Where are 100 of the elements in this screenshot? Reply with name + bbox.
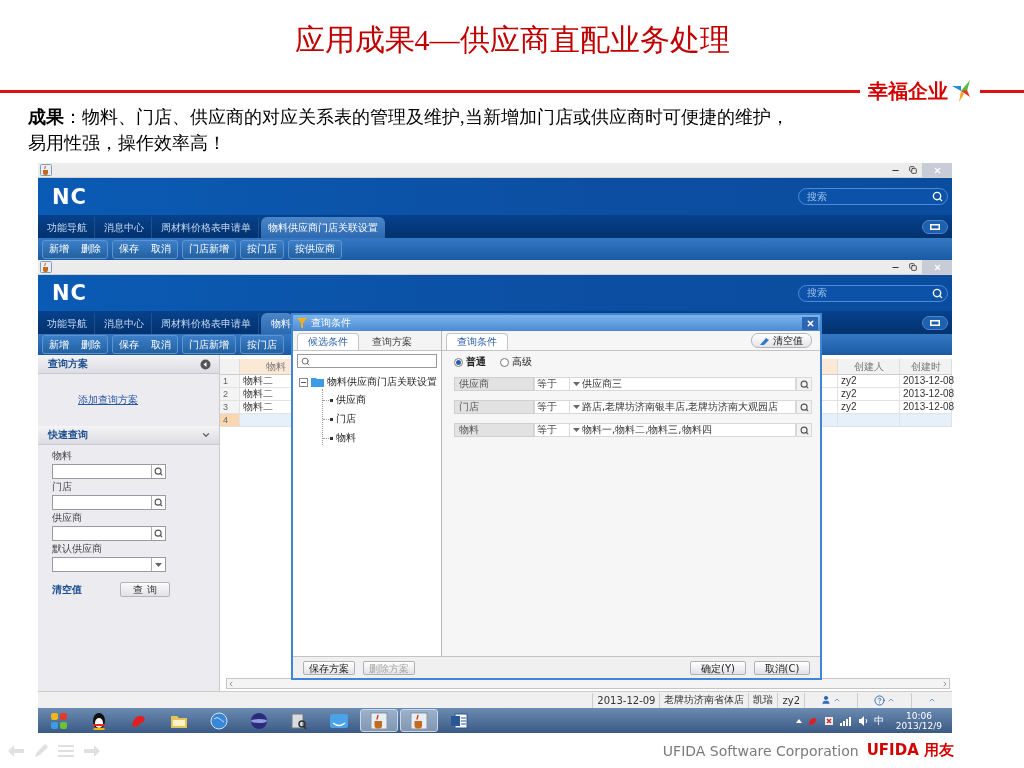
brand-logo: UFIDA 用友 [866, 741, 954, 760]
search-field[interactable]: 搜索 [798, 188, 948, 205]
caret-icon[interactable] [928, 696, 936, 704]
table-cell: zy2 [838, 388, 900, 401]
status-text: 凯瑞 [748, 692, 778, 708]
signal-icon[interactable] [839, 715, 852, 726]
table-cell: zy2 [838, 375, 900, 388]
expander-icon[interactable] [299, 377, 308, 387]
table-cell: 2013-12-08 [900, 375, 952, 388]
toolbar-button[interactable]: 保存 [113, 240, 145, 258]
tree-item[interactable]: 物料 [336, 431, 356, 445]
query-button[interactable]: 查 询 [120, 582, 170, 597]
search-icon[interactable] [799, 379, 809, 389]
caret-icon[interactable] [155, 562, 162, 567]
toolbar-button[interactable]: 保存 [113, 336, 145, 353]
row-number[interactable]: 3 [220, 401, 240, 414]
summary-text: 成果：物料、门店、供应商的对应关系表的管理及维护,当新增加门店或供应商时可便捷的维护， 易用性强，操作效率高！ [28, 106, 790, 155]
operator-field[interactable]: 等于 [534, 377, 570, 391]
window-button[interactable] [922, 316, 948, 330]
tree-item[interactable]: 物料供应商门店关联设置 [327, 375, 437, 389]
tab[interactable]: 查询方案 [361, 333, 423, 350]
search-field[interactable] [297, 354, 437, 368]
tab[interactable]: 物料供应商门店关联设置 [261, 217, 385, 238]
input-field[interactable] [52, 495, 166, 510]
table-cell [900, 414, 952, 427]
cup-icon [410, 711, 428, 730]
toolbar-button[interactable]: 取消 [145, 240, 177, 258]
toolbar-button[interactable]: 门店新增 [183, 240, 235, 258]
clear-link[interactable]: 清空值 [52, 582, 82, 597]
search-icon[interactable] [799, 402, 809, 412]
toolbar-button[interactable]: 按门店 [241, 240, 283, 258]
operator-field[interactable]: 等于 [534, 400, 570, 414]
search-icon[interactable] [154, 498, 163, 507]
nc-logo: NC [52, 184, 87, 209]
sphere-icon [250, 711, 268, 730]
toolbar-button[interactable]: 删除 [75, 240, 107, 258]
header-cell: 创建人 [838, 359, 900, 375]
tree-item[interactable]: 门店 [336, 412, 356, 426]
tab[interactable]: 查询条件 [446, 333, 508, 350]
table-cell: 2013-12-08 [900, 388, 952, 401]
toolbar-button[interactable]: 门店新增 [183, 336, 235, 353]
row-number[interactable]: 2 [220, 388, 240, 401]
row-number[interactable]: 1 [220, 375, 240, 388]
clock[interactable]: 10:06 2013/12/9 [895, 710, 942, 731]
value-field[interactable]: 供应商三 [582, 377, 796, 391]
condition-field: 门店 [454, 400, 534, 414]
eraser-icon[interactable] [760, 336, 770, 345]
toolbar-button[interactable]: 删除 [75, 336, 107, 353]
company-name: UFIDA Software Corporation [662, 742, 859, 759]
restore-icon[interactable] [909, 166, 917, 174]
toolbar-button[interactable]: 新增 [43, 240, 75, 258]
field-label: 物料 [52, 449, 73, 463]
search-icon[interactable] [932, 287, 943, 299]
row-number[interactable]: 4 [220, 414, 240, 427]
caret-icon[interactable] [572, 382, 580, 386]
user-icon[interactable] [821, 695, 831, 705]
caret-icon[interactable] [833, 696, 841, 704]
search-icon[interactable] [301, 356, 310, 366]
dialog-button[interactable]: 取消(C) [754, 660, 810, 675]
add-scheme-link[interactable]: 添加查询方案 [78, 393, 138, 407]
dialog-button[interactable]: 保存方案 [303, 660, 355, 675]
globe-icon [210, 711, 228, 730]
toolbar-button[interactable]: 按供应商 [289, 240, 341, 258]
tab[interactable]: 候选条件 [297, 333, 359, 350]
table-cell: 2013-12-08 [900, 401, 952, 414]
input-field[interactable] [52, 464, 166, 479]
collapse-icon[interactable] [200, 358, 211, 370]
search-icon[interactable] [154, 467, 163, 476]
toolbar-button[interactable]: 按门店 [241, 336, 283, 353]
value-field[interactable]: 路店,老牌坊济南银丰店,老牌坊济南大观园店 [582, 400, 796, 414]
restore-icon[interactable] [909, 263, 917, 271]
speaker-icon[interactable] [857, 715, 868, 726]
table-cell: zy2 [838, 401, 900, 414]
caret-icon[interactable] [572, 405, 580, 409]
tab[interactable]: 物料 [261, 313, 293, 334]
dialog-title: 查询条件 [311, 316, 351, 330]
search-icon[interactable] [154, 529, 163, 538]
search-icon[interactable] [799, 425, 809, 435]
toolbar-button[interactable]: 取消 [145, 336, 177, 353]
slide-title: 应用成果4—供应商直配业务处理 [293, 21, 731, 58]
input-method-indicator[interactable]: 中 [873, 713, 884, 728]
input-field[interactable] [52, 557, 166, 572]
status-text: 2013-12-09 [592, 692, 660, 708]
dialog-button[interactable]: 确定(Y) [690, 660, 746, 675]
input-field[interactable] [52, 526, 166, 541]
rectangle-icon[interactable] [930, 224, 940, 230]
caret-icon[interactable] [887, 696, 895, 704]
status-text: 老牌坊济南省体店 [659, 692, 749, 708]
value-field[interactable]: 物料一,物料二,物料三,物料四 [582, 423, 796, 437]
search-field[interactable]: 搜索 [798, 284, 948, 302]
caret-icon[interactable] [795, 718, 802, 723]
help-icon[interactable] [874, 694, 885, 706]
window-button[interactable] [922, 220, 948, 234]
operator-field[interactable]: 等于 [534, 423, 570, 437]
rectangle-icon[interactable] [930, 320, 940, 326]
caret-icon[interactable] [201, 430, 211, 440]
nc-logo: NC [52, 281, 87, 305]
clear-button[interactable]: 清空值 [751, 333, 812, 348]
toolbar-button[interactable]: 新增 [43, 336, 75, 353]
panel-title: 快速查询 [48, 428, 88, 442]
